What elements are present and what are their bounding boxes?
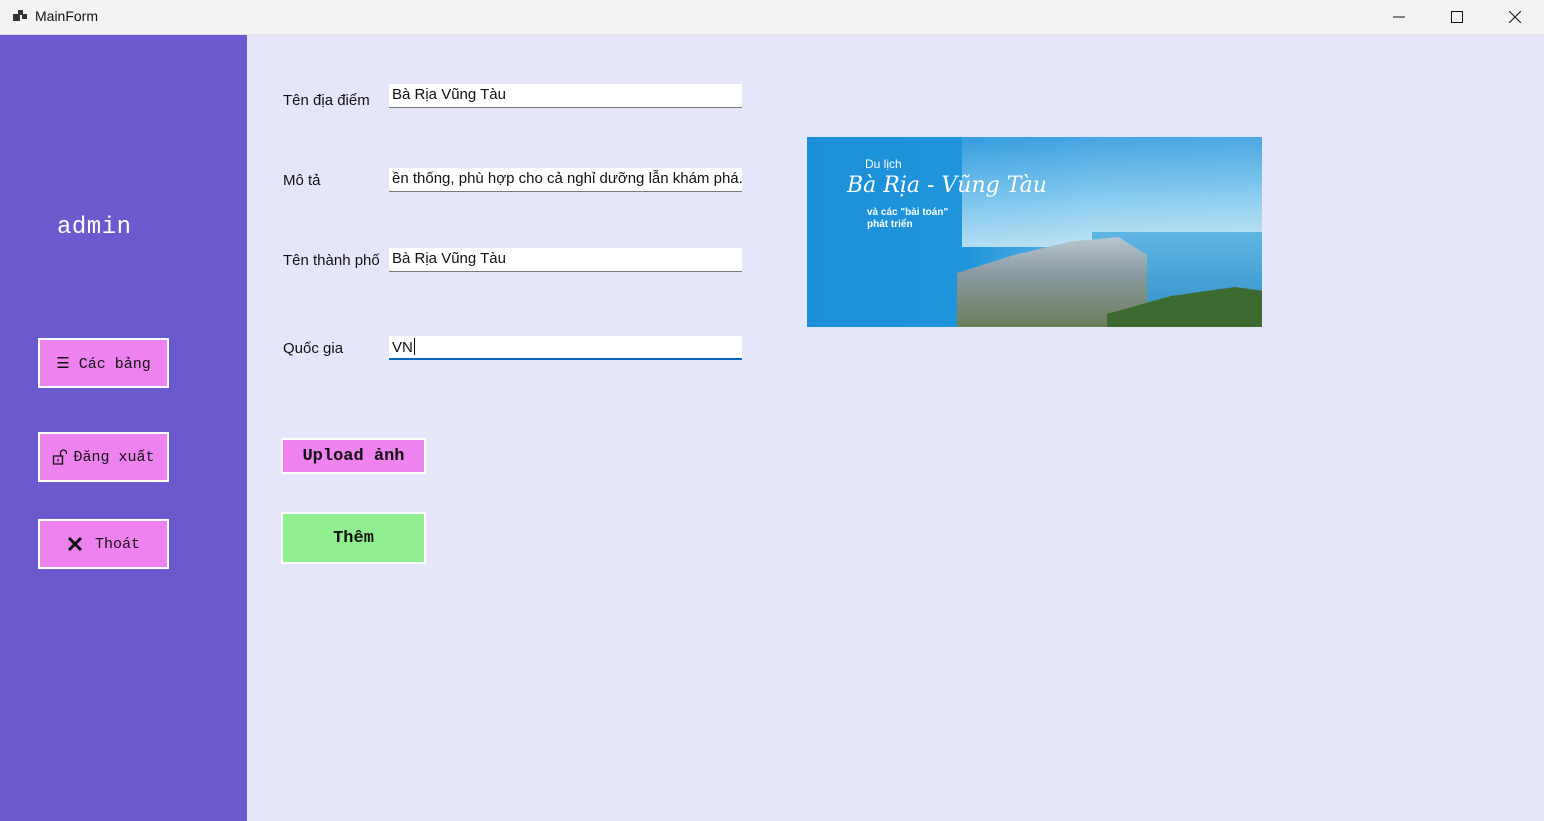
upload-image-button[interactable]: Upload ảnh bbox=[281, 438, 426, 474]
close-button[interactable] bbox=[1486, 0, 1544, 34]
username-label: admin bbox=[57, 214, 132, 241]
preview-sub-text-line2: phát triển bbox=[867, 219, 913, 230]
window-title: MainForm bbox=[35, 8, 99, 24]
logout-button[interactable]: Đăng xuất bbox=[38, 432, 169, 482]
preview-script-text: Bà Rịa - Vũng Tàu bbox=[847, 173, 1047, 198]
description-label: Mô tả bbox=[283, 172, 321, 189]
description-field[interactable]: ền thống, phù hợp cho cả nghỉ dưỡng lẫn … bbox=[389, 168, 742, 192]
place-name-field[interactable]: Bà Rịa Vũng Tàu bbox=[389, 84, 742, 108]
minimize-button[interactable] bbox=[1370, 0, 1428, 34]
x-icon bbox=[67, 536, 83, 552]
close-icon bbox=[1509, 11, 1521, 23]
app-window-icon bbox=[12, 8, 28, 24]
tables-button-label: ☰ Các bảng bbox=[56, 355, 151, 373]
maximize-icon bbox=[1451, 11, 1463, 23]
preview-image: Du lịch Bà Rịa - Vũng Tàu và các "bài to… bbox=[807, 137, 1262, 327]
logout-button-label: Đăng xuất bbox=[73, 448, 155, 466]
unlock-icon bbox=[52, 449, 68, 465]
minimize-icon bbox=[1393, 11, 1405, 23]
city-field[interactable]: Bà Rịa Vũng Tàu bbox=[389, 248, 742, 272]
sidebar: admin ☰ Các bảng Đăng xuất Thoát bbox=[0, 35, 247, 821]
country-value: VN bbox=[392, 339, 413, 356]
text-caret bbox=[413, 338, 415, 355]
place-name-label: Tên địa điểm bbox=[283, 92, 370, 109]
add-button[interactable]: Thêm bbox=[281, 512, 426, 564]
preview-sub-text-line1: và các "bài toán" bbox=[867, 207, 949, 218]
exit-button[interactable]: Thoát bbox=[38, 519, 169, 569]
country-field[interactable]: VN bbox=[389, 336, 742, 360]
city-label: Tên thành phố bbox=[283, 252, 380, 269]
preview-small-text: Du lịch bbox=[865, 157, 902, 171]
tables-button[interactable]: ☰ Các bảng bbox=[38, 338, 169, 388]
description-value: ền thống, phù hợp cho cả nghỉ dưỡng lẫn … bbox=[392, 170, 742, 187]
title-bar: MainForm bbox=[0, 0, 1544, 35]
country-label: Quốc gia bbox=[283, 340, 344, 357]
exit-button-label: Thoát bbox=[94, 535, 140, 553]
maximize-button[interactable] bbox=[1428, 0, 1486, 34]
preview-sub-text: và các "bài toán" phát triển bbox=[867, 207, 948, 231]
